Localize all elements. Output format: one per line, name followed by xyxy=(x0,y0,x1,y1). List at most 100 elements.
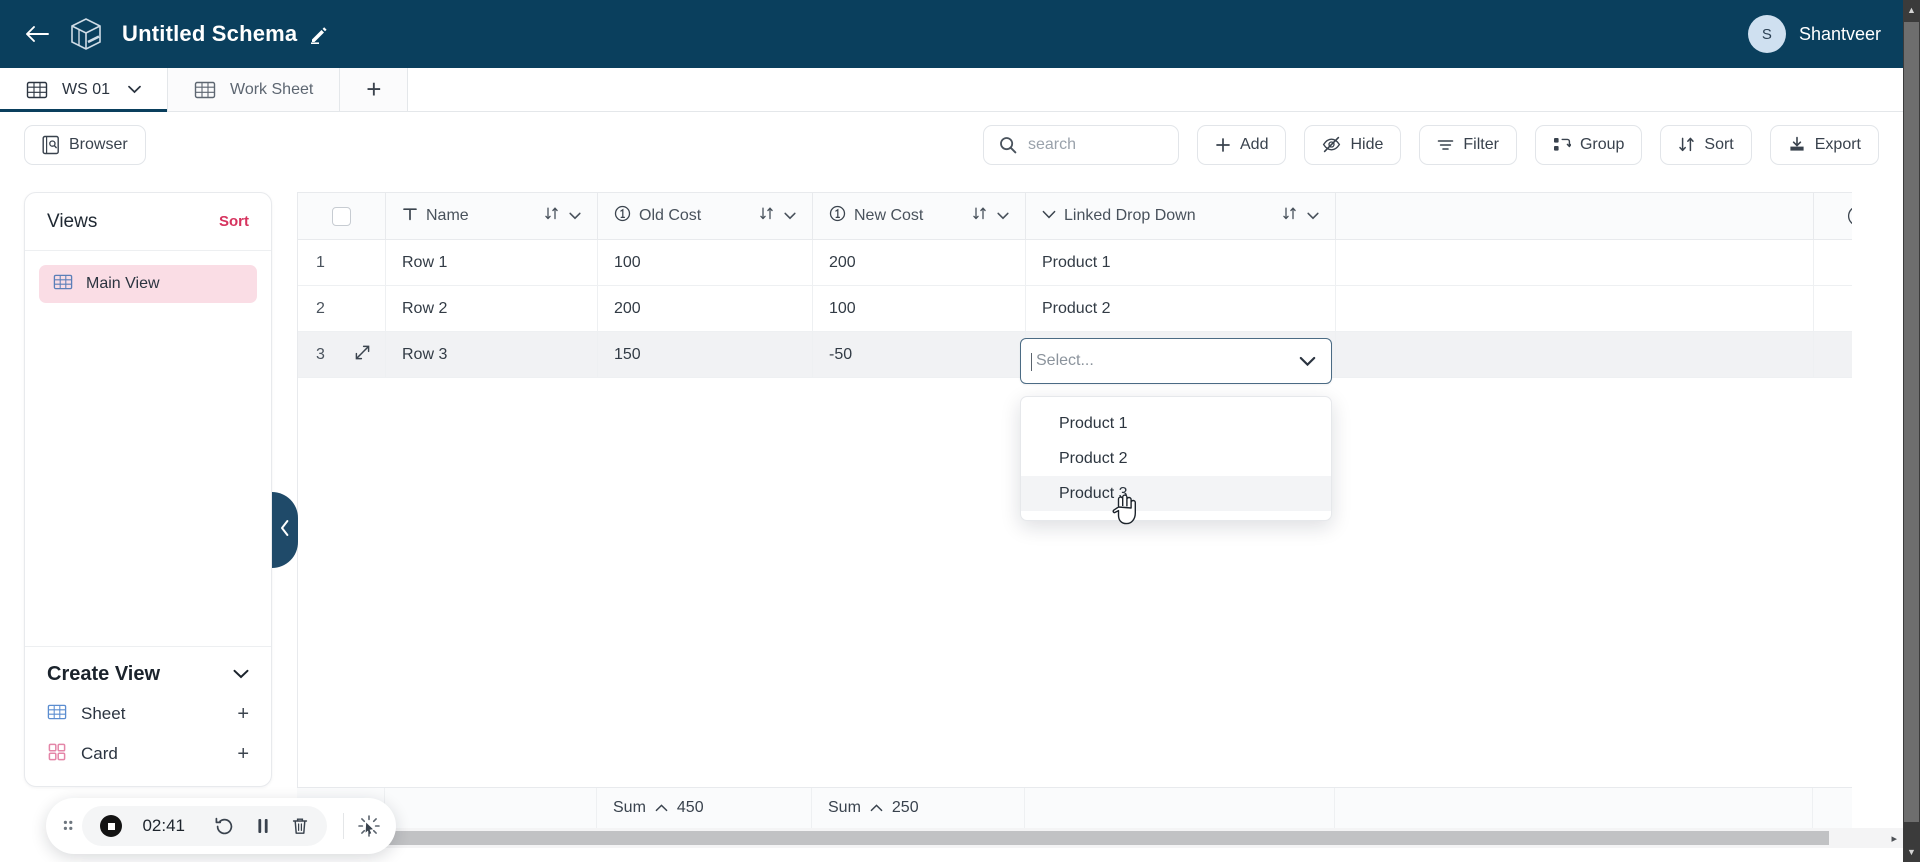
views-sidebar: Views Sort Main View Create View Sheet + xyxy=(24,192,272,787)
cell-new-cost[interactable]: -50 xyxy=(813,332,1026,377)
grid-icon xyxy=(53,272,73,297)
select-all-cell xyxy=(298,193,386,239)
browser-label: Browser xyxy=(69,135,128,153)
text-type-icon xyxy=(402,206,418,227)
chevron-down-icon[interactable] xyxy=(997,207,1009,225)
export-label: Export xyxy=(1814,135,1861,153)
chevron-down-icon[interactable] xyxy=(1307,207,1319,225)
cell-old-cost[interactable]: 150 xyxy=(598,332,813,377)
group-button[interactable]: Group xyxy=(1534,124,1643,165)
create-view-sheet[interactable]: Sheet + xyxy=(25,694,271,734)
footer-sum-new-cost[interactable]: Sum 250 xyxy=(812,788,1025,828)
tab-ws-01[interactable]: WS 01 xyxy=(0,68,169,112)
footer-sum-value: 250 xyxy=(891,799,919,816)
views-header: Views Sort xyxy=(25,193,271,251)
dropdown-option[interactable]: Product 3 xyxy=(1021,476,1331,511)
pause-icon[interactable] xyxy=(255,816,271,836)
cell-old-cost[interactable]: 100 xyxy=(598,240,813,285)
browser-button[interactable]: Browser xyxy=(24,124,146,165)
dropdown-option[interactable]: Product 2 xyxy=(1021,441,1331,476)
column-header-linked-drop-down[interactable]: Linked Drop Down xyxy=(1026,193,1336,239)
table-row[interactable]: 1 Row 1 100 200 Product 1 xyxy=(298,240,1852,286)
export-button[interactable]: Export xyxy=(1769,124,1879,165)
cell-name[interactable]: Row 3 xyxy=(386,332,598,377)
expand-icon[interactable] xyxy=(354,344,371,366)
sort-button[interactable]: Sort xyxy=(1660,124,1752,165)
user-menu[interactable]: S Shantveer xyxy=(1747,15,1881,53)
views-title: Views xyxy=(47,210,98,232)
chevron-down-icon[interactable] xyxy=(1299,356,1316,367)
chevron-down-icon[interactable] xyxy=(128,81,141,99)
add-worksheet-button[interactable]: + xyxy=(340,68,409,111)
download-icon xyxy=(1790,136,1804,151)
add-button[interactable]: Add xyxy=(1197,124,1287,165)
avatar: S xyxy=(1747,15,1786,53)
cell-name[interactable]: Row 2 xyxy=(386,286,598,331)
trash-icon[interactable] xyxy=(291,816,309,836)
create-view-header[interactable]: Create View xyxy=(25,663,271,694)
add-card-view-button[interactable]: + xyxy=(237,743,249,766)
tab-label: Work Sheet xyxy=(230,80,314,98)
column-header-new-cost[interactable]: New Cost xyxy=(813,193,1026,239)
chevron-down-icon[interactable] xyxy=(784,207,796,225)
sort-arrows-icon[interactable] xyxy=(972,206,987,226)
create-view-card-label: Card xyxy=(81,744,118,763)
cell-linked-drop-down[interactable]: Product 1 xyxy=(1026,240,1336,285)
sort-arrows-icon[interactable] xyxy=(759,206,774,226)
click-sparkle-icon[interactable] xyxy=(358,815,380,837)
column-header-name[interactable]: Name xyxy=(386,193,598,239)
cell-blank xyxy=(1336,240,1814,285)
table-row[interactable]: 2 Row 2 200 100 Product 2 xyxy=(298,286,1852,332)
chevron-down-icon[interactable] xyxy=(569,207,581,225)
column-header-old-cost[interactable]: Old Cost xyxy=(598,193,813,239)
row-index: 3 xyxy=(298,332,386,377)
create-view-card[interactable]: Card + xyxy=(25,734,271,774)
views-sort-link[interactable]: Sort xyxy=(219,213,249,230)
tab-work-sheet[interactable]: Work Sheet xyxy=(168,68,341,111)
sort-arrows-icon[interactable] xyxy=(544,206,559,226)
pencil-icon[interactable] xyxy=(309,24,329,44)
user-name: Shantveer xyxy=(1798,23,1881,44)
card-icon xyxy=(47,742,67,767)
scroll-right-arrow[interactable]: ▸ xyxy=(1891,832,1897,845)
plus-circle-icon xyxy=(1847,207,1852,225)
chevron-left-icon xyxy=(279,518,291,543)
cell-new-cost[interactable]: 200 xyxy=(813,240,1026,285)
chevron-down-icon xyxy=(1042,207,1056,225)
cell-new-cost[interactable]: 100 xyxy=(813,286,1026,331)
filter-label: Filter xyxy=(1463,135,1499,153)
cell-linked-drop-down[interactable]: Product 2 xyxy=(1026,286,1336,331)
linked-drop-down-select[interactable]: Select... xyxy=(1020,338,1332,384)
hide-button[interactable]: Hide xyxy=(1304,124,1402,165)
column-header-blank xyxy=(1336,193,1814,239)
add-sheet-view-button[interactable]: + xyxy=(237,703,249,726)
cell-row-end xyxy=(1814,240,1852,285)
cell-old-cost[interactable]: 200 xyxy=(598,286,813,331)
back-arrow-icon[interactable] xyxy=(22,19,52,49)
grid-icon xyxy=(47,702,67,727)
horizontal-scrollbar[interactable]: ▸ xyxy=(297,828,1903,848)
sidebar-collapse-handle[interactable] xyxy=(272,492,298,568)
scroll-down-arrow[interactable]: ▼ xyxy=(1903,842,1920,862)
drag-dots-icon[interactable] xyxy=(62,816,74,836)
add-column-button[interactable] xyxy=(1814,193,1852,239)
restart-icon[interactable] xyxy=(214,816,235,837)
plus-icon xyxy=(1216,137,1230,152)
horizontal-scrollbar-thumb[interactable] xyxy=(319,831,1829,845)
sidebar-item-main-view[interactable]: Main View xyxy=(39,265,257,303)
dropdown-option[interactable]: Product 1 xyxy=(1021,406,1331,441)
select-all-checkbox[interactable] xyxy=(332,206,351,226)
filter-button[interactable]: Filter xyxy=(1419,124,1517,165)
cell-name[interactable]: Row 1 xyxy=(386,240,598,285)
create-view-title: Create View xyxy=(47,663,161,685)
browser-vertical-scrollbar[interactable]: ▲ ▼ xyxy=(1903,0,1920,862)
footer-sum-label: Sum xyxy=(613,799,646,816)
scroll-up-arrow[interactable]: ▲ xyxy=(1903,0,1920,20)
search-box[interactable] xyxy=(983,124,1179,165)
vertical-scrollbar-thumb[interactable] xyxy=(1904,22,1919,822)
search-input[interactable] xyxy=(1028,135,1158,154)
footer-sum-old-cost[interactable]: Sum 450 xyxy=(597,788,812,828)
sort-arrows-icon[interactable] xyxy=(1282,206,1297,226)
chevron-down-icon[interactable] xyxy=(233,666,249,684)
stop-record-icon[interactable] xyxy=(100,815,123,837)
